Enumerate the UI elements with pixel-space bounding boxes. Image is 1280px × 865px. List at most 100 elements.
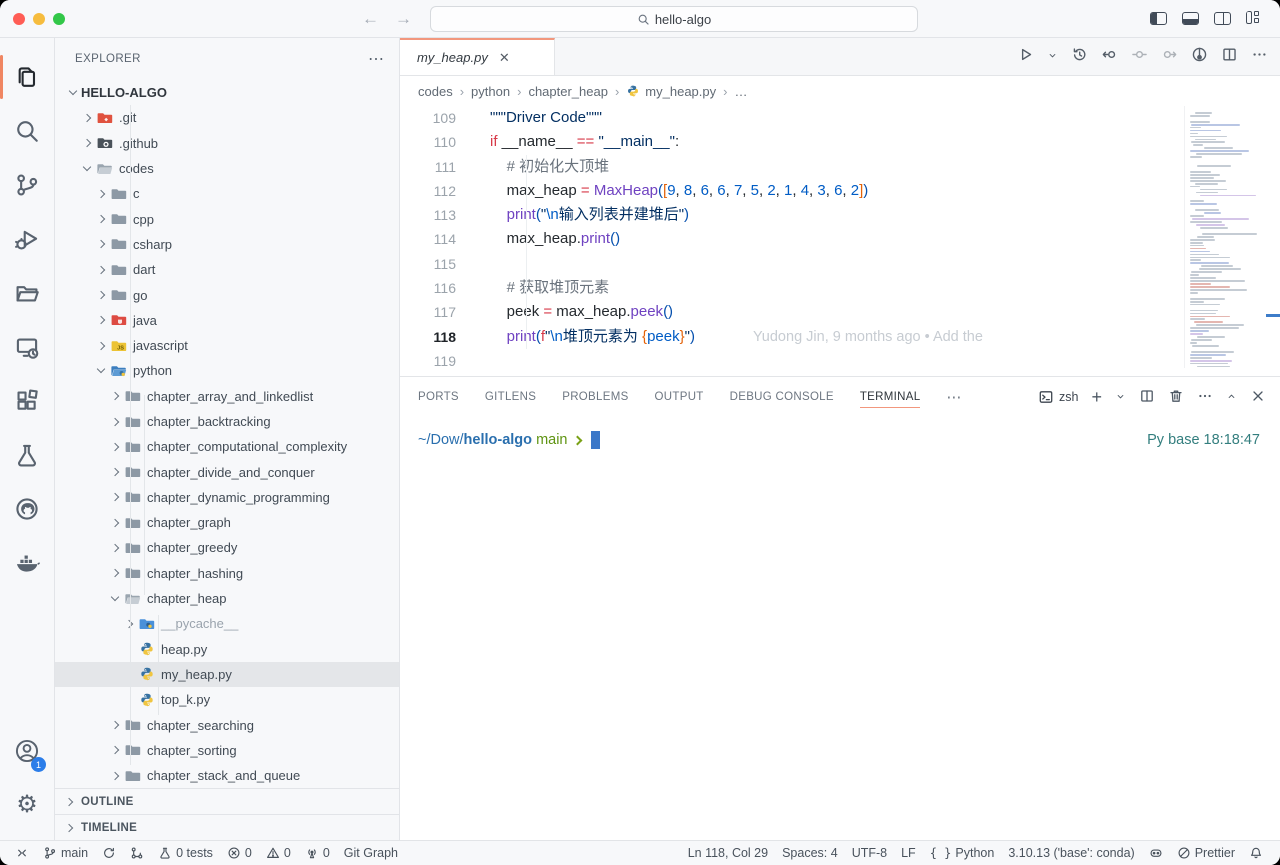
tree-item[interactable]: c — [55, 181, 399, 206]
tree-item[interactable]: dart — [55, 257, 399, 282]
tree-item[interactable]: chapter_computational_complexity — [55, 434, 399, 459]
panel-tab-problems[interactable]: PROBLEMS — [562, 387, 628, 407]
tree-item[interactable]: chapter_array_and_linkedlist — [55, 384, 399, 409]
breadcrumb-item[interactable]: … — [734, 84, 747, 99]
run-debug-icon[interactable] — [4, 212, 50, 266]
tree-item[interactable]: chapter_heap — [55, 586, 399, 611]
status-item[interactable]: Git Graph — [337, 841, 405, 865]
shell-selector[interactable]: zsh — [1038, 389, 1078, 405]
minimap[interactable] — [1184, 106, 1266, 368]
chevron-down-icon[interactable] — [1047, 48, 1058, 66]
tree-item[interactable]: java — [55, 308, 399, 333]
maximize-window-button[interactable] — [53, 13, 65, 25]
toggle-panel-icon[interactable] — [1182, 12, 1199, 25]
tree-item[interactable]: python — [55, 358, 399, 383]
explorer-more-actions-icon[interactable]: ⋯ — [368, 49, 385, 69]
sidebar-section-outline[interactable]: OUTLINE — [55, 788, 399, 814]
split-editor-icon[interactable] — [1221, 46, 1238, 68]
maximize-panel-icon[interactable] — [1226, 390, 1237, 405]
github-icon[interactable] — [4, 482, 50, 536]
tree-item[interactable]: go — [55, 282, 399, 307]
kill-terminal-icon[interactable] — [1168, 388, 1184, 407]
toggle-sidebar-icon[interactable] — [1150, 12, 1167, 25]
panel-tab-ports[interactable]: PORTS — [418, 387, 459, 407]
panel-tab-terminal[interactable]: TERMINAL — [860, 387, 921, 408]
tree-item[interactable]: heap.py — [55, 637, 399, 662]
split-terminal-icon[interactable] — [1139, 388, 1155, 407]
docker-icon[interactable] — [4, 536, 50, 590]
breadcrumb-item[interactable]: codes — [418, 84, 453, 99]
more-icon[interactable] — [1251, 46, 1268, 68]
customize-layout-icon[interactable] — [1246, 11, 1264, 25]
source-control-icon[interactable] — [4, 158, 50, 212]
code-editor[interactable]: 109"""Driver Code"""110if __name__ == "_… — [400, 106, 1280, 376]
explorer-icon[interactable] — [4, 50, 50, 104]
tree-item[interactable]: chapter_searching — [55, 712, 399, 737]
close-panel-icon[interactable] — [1250, 388, 1266, 407]
tab-my-heap[interactable]: my_heap.py ✕ — [400, 38, 555, 75]
remote-explorer-icon[interactable] — [4, 320, 50, 374]
breadcrumb-item[interactable]: my_heap.py — [626, 84, 716, 99]
sidebar-section-timeline[interactable]: TIMELINE — [55, 814, 399, 840]
branch-icon[interactable]: main — [36, 841, 95, 865]
panel-tab-debug-console[interactable]: DEBUG CONSOLE — [730, 387, 834, 407]
tree-item[interactable]: .github — [55, 131, 399, 156]
beaker-icon[interactable]: 0 tests — [151, 841, 220, 865]
status-item[interactable]: Spaces: 4 — [775, 841, 845, 865]
tree-item[interactable]: chapter_greedy — [55, 535, 399, 560]
breadcrumb-item[interactable]: python — [471, 84, 510, 99]
close-tab-icon[interactable]: ✕ — [499, 50, 510, 66]
copilot-icon[interactable] — [1142, 841, 1170, 865]
bell-icon[interactable] — [1242, 841, 1270, 865]
tree-item[interactable]: chapter_stack_and_queue — [55, 763, 399, 788]
accounts-icon[interactable]: 1 — [4, 724, 50, 778]
testing-icon[interactable] — [4, 428, 50, 482]
braces-icon[interactable]: { }Python — [923, 841, 1002, 865]
warning-icon[interactable]: 0 — [259, 841, 298, 865]
panel-tab-output[interactable]: OUTPUT — [655, 387, 704, 407]
tree-item[interactable]: chapter_dynamic_programming — [55, 485, 399, 510]
nav-forward-icon[interactable]: → — [395, 8, 412, 30]
git-graph-icon[interactable] — [123, 841, 151, 865]
nav-back-icon[interactable]: ← — [362, 8, 379, 30]
remote-icon[interactable] — [8, 841, 36, 865]
compare-icon[interactable] — [1131, 46, 1148, 68]
new-terminal-button[interactable]: + — [1091, 388, 1102, 406]
tree-item[interactable]: chapter_sorting — [55, 738, 399, 763]
sync-icon[interactable] — [95, 841, 123, 865]
tree-item[interactable]: HELLO-ALGO — [55, 80, 399, 105]
tree-item[interactable]: cpp — [55, 206, 399, 231]
search-icon[interactable] — [4, 104, 50, 158]
settings-gear-icon[interactable]: ⚙ — [4, 778, 50, 832]
tree-item[interactable]: JSjavascript — [55, 333, 399, 358]
tree-item[interactable]: chapter_divide_and_conquer — [55, 459, 399, 484]
command-center-search[interactable]: hello-algo — [430, 6, 918, 32]
gitlens-icon[interactable] — [1191, 46, 1208, 68]
terminal[interactable]: ~/Dow/hello-algo main Py base 18:18:47 — [400, 417, 1280, 840]
toggle-secondary-sidebar-icon[interactable] — [1214, 12, 1231, 25]
prev-change-icon[interactable] — [1101, 46, 1118, 68]
tree-item[interactable]: chapter_backtracking — [55, 409, 399, 434]
tree-item[interactable]: chapter_hashing — [55, 561, 399, 586]
status-item[interactable]: 3.10.13 ('base': conda) — [1001, 841, 1141, 865]
extensions-icon[interactable] — [4, 374, 50, 428]
tree-item[interactable]: top_k.py — [55, 687, 399, 712]
panel-more-actions-icon[interactable] — [1197, 388, 1213, 407]
prettier-icon[interactable]: Prettier — [1170, 841, 1242, 865]
tree-item[interactable]: csharp — [55, 232, 399, 257]
run-icon[interactable] — [1017, 46, 1034, 68]
tree-item[interactable]: codes — [55, 156, 399, 181]
error-icon[interactable]: 0 — [220, 841, 259, 865]
tree-item[interactable]: __pycache__ — [55, 611, 399, 636]
feedback-icon[interactable]: 0 — [298, 841, 337, 865]
tree-item[interactable]: .git — [55, 105, 399, 130]
close-window-button[interactable] — [13, 13, 25, 25]
minimize-window-button[interactable] — [33, 13, 45, 25]
tree-item-selected-my_heap.py[interactable]: my_heap.py — [55, 662, 399, 687]
terminal-profile-dropdown-icon[interactable] — [1115, 390, 1126, 405]
status-item[interactable]: UTF-8 — [845, 841, 894, 865]
history-icon[interactable] — [1071, 46, 1088, 68]
status-item[interactable]: Ln 118, Col 29 — [681, 841, 775, 865]
panel-more-tabs-icon[interactable]: ⋯ — [946, 388, 962, 406]
next-change-icon[interactable] — [1161, 46, 1178, 68]
